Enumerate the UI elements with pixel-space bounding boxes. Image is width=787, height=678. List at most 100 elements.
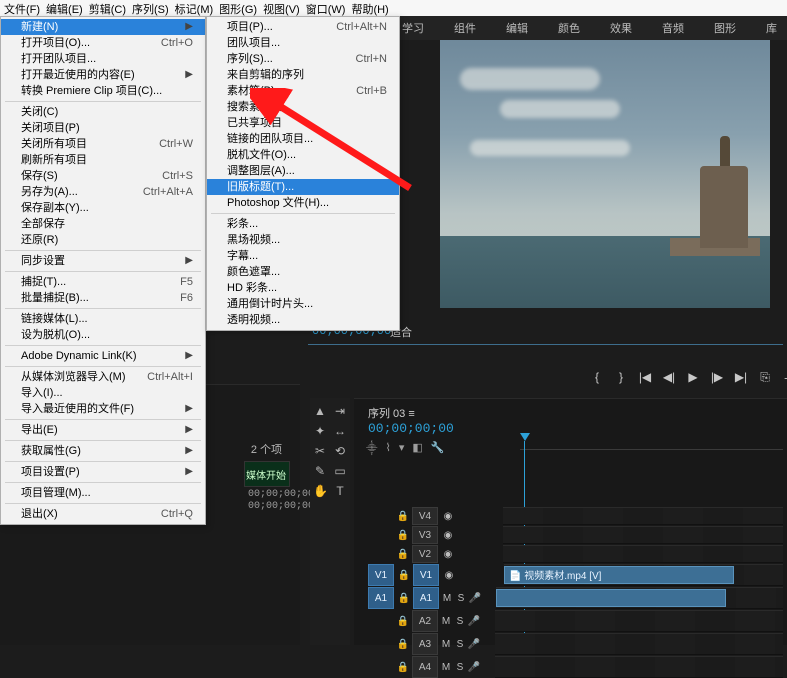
- file-menu-item[interactable]: 项目管理(M)...: [1, 485, 205, 501]
- eye-icon[interactable]: ◉: [440, 564, 458, 586]
- lock-icon[interactable]: 🔒: [394, 633, 412, 655]
- go-end-icon[interactable]: ▶|: [734, 370, 748, 387]
- type-tool-icon[interactable]: T: [333, 484, 347, 498]
- menubar[interactable]: 文件(F) 编辑(E) 剪辑(C) 序列(S) 标记(M) 图形(G) 视图(V…: [0, 0, 787, 16]
- solo-button[interactable]: S: [453, 656, 467, 678]
- solo-button[interactable]: S: [453, 633, 467, 655]
- file-menu-item[interactable]: 打开最近使用的内容(E)▶: [1, 67, 205, 83]
- ws-color[interactable]: 颜色: [558, 20, 580, 36]
- track-lane[interactable]: [496, 587, 783, 609]
- ripple-tool-icon[interactable]: ✦: [313, 424, 327, 438]
- eye-icon[interactable]: ◉: [439, 526, 457, 544]
- menu-file[interactable]: 文件(F): [4, 1, 40, 15]
- file-menu-item[interactable]: 还原(R): [1, 232, 205, 248]
- solo-button[interactable]: S: [454, 587, 468, 609]
- mic-icon[interactable]: 🎤: [467, 610, 481, 632]
- file-menu-item[interactable]: 项目设置(P)▶: [1, 464, 205, 480]
- track-lane[interactable]: [503, 545, 783, 563]
- new-submenu-dropdown[interactable]: 项目(P)...Ctrl+Alt+N团队项目...序列(S)...Ctrl+N来…: [206, 16, 400, 331]
- link-icon[interactable]: ⌇: [385, 441, 390, 456]
- new-menu-item[interactable]: Photoshop 文件(H)...: [207, 195, 399, 211]
- play-icon[interactable]: ▶: [686, 370, 700, 387]
- file-menu-item[interactable]: 保存副本(Y)...: [1, 200, 205, 216]
- mic-icon[interactable]: 🎤: [468, 587, 482, 609]
- new-menu-item[interactable]: 黑场视频...: [207, 232, 399, 248]
- track-lane[interactable]: 📄 视频素材.mp4 [V]: [504, 564, 783, 586]
- menu-help[interactable]: 帮助(H): [351, 1, 388, 15]
- mute-button[interactable]: M: [439, 633, 453, 655]
- file-menu-item[interactable]: 刷新所有项目: [1, 152, 205, 168]
- ws-edit[interactable]: 编辑: [506, 20, 528, 36]
- ws-learn[interactable]: 学习: [402, 20, 424, 36]
- lock-icon[interactable]: 🔒: [395, 587, 413, 609]
- new-menu-item[interactable]: 脱机文件(O)...: [207, 147, 399, 163]
- clip[interactable]: 📄 视频素材.mp4 [V]: [504, 566, 734, 584]
- track-target[interactable]: A1: [413, 587, 439, 609]
- new-menu-item[interactable]: 项目(P)...Ctrl+Alt+N: [207, 19, 399, 35]
- snap-icon[interactable]: ⸎: [366, 441, 377, 456]
- file-menu-item[interactable]: 退出(X)Ctrl+Q: [1, 506, 205, 522]
- file-menu-item[interactable]: 链接媒体(L)...: [1, 311, 205, 327]
- playhead[interactable]: [520, 433, 530, 441]
- new-menu-item[interactable]: 来自剪辑的序列: [207, 67, 399, 83]
- source-patch[interactable]: V1: [368, 564, 394, 586]
- track-target[interactable]: V2: [412, 545, 438, 563]
- menu-window[interactable]: 窗口(W): [306, 1, 346, 15]
- new-menu-item[interactable]: 调整图层(A)...: [207, 163, 399, 179]
- track-target[interactable]: A4: [412, 656, 438, 678]
- mute-button[interactable]: M: [439, 610, 453, 632]
- new-menu-item[interactable]: 团队项目...: [207, 35, 399, 51]
- eye-icon[interactable]: ◉: [439, 507, 457, 525]
- ws-audio[interactable]: 音频: [662, 20, 684, 36]
- ws-graphics[interactable]: 图形: [714, 20, 736, 36]
- track-target[interactable]: V3: [412, 526, 438, 544]
- new-menu-item[interactable]: 通用倒计时片头...: [207, 296, 399, 312]
- ws-effects[interactable]: 效果: [610, 20, 632, 36]
- selection-tool-icon[interactable]: ▲: [313, 404, 327, 418]
- step-back-icon[interactable]: ◀|: [662, 370, 676, 387]
- marker-icon[interactable]: ▾: [399, 441, 405, 456]
- timeline-ruler[interactable]: [520, 435, 783, 455]
- lock-icon[interactable]: 🔒: [394, 545, 412, 563]
- file-menu-item[interactable]: 设为脱机(O)...: [1, 327, 205, 343]
- track-target[interactable]: A3: [412, 633, 438, 655]
- file-menu-item[interactable]: 获取属性(G)▶: [1, 443, 205, 459]
- mark-out-icon[interactable]: }: [614, 370, 628, 387]
- file-menu-item[interactable]: 打开团队项目...: [1, 51, 205, 67]
- file-menu-item[interactable]: 从媒体浏览器导入(M)Ctrl+Alt+I: [1, 369, 205, 385]
- mute-button[interactable]: M: [440, 587, 454, 609]
- ws-library[interactable]: 库: [766, 20, 777, 36]
- new-menu-item[interactable]: 序列(S)...Ctrl+N: [207, 51, 399, 67]
- menu-mark[interactable]: 标记(M): [175, 1, 214, 15]
- menu-graph[interactable]: 图形(G): [219, 1, 257, 15]
- file-menu-item[interactable]: 导入(I)...: [1, 385, 205, 401]
- eye-icon[interactable]: ◉: [439, 545, 457, 563]
- wrench-icon[interactable]: 🔧: [431, 441, 445, 456]
- track-lane[interactable]: [503, 526, 783, 544]
- razor-tool-icon[interactable]: ✂: [313, 444, 327, 458]
- file-menu-item[interactable]: 打开项目(O)...Ctrl+O: [1, 35, 205, 51]
- file-menu-item[interactable]: 保存(S)Ctrl+S: [1, 168, 205, 184]
- menu-view[interactable]: 视图(V): [263, 1, 300, 15]
- file-menu-item[interactable]: 另存为(A)...Ctrl+Alt+A: [1, 184, 205, 200]
- file-menu-item[interactable]: 批量捕捉(B)...F6: [1, 290, 205, 306]
- file-menu-item[interactable]: 全部保存: [1, 216, 205, 232]
- go-start-icon[interactable]: |◀: [638, 370, 652, 387]
- file-menu-item[interactable]: 关闭项目(P): [1, 120, 205, 136]
- settings-icon[interactable]: ◧: [412, 441, 422, 456]
- lock-icon[interactable]: 🔒: [394, 656, 412, 678]
- menu-clip[interactable]: 剪辑(C): [89, 1, 126, 15]
- timeline-timecode[interactable]: 00;00;00;00: [368, 421, 454, 436]
- track-target[interactable]: V4: [412, 507, 438, 525]
- menu-edit[interactable]: 编辑(E): [46, 1, 83, 15]
- step-fwd-icon[interactable]: |▶: [710, 370, 724, 387]
- lock-icon[interactable]: 🔒: [395, 564, 413, 586]
- file-menu-item[interactable]: 关闭所有项目Ctrl+W: [1, 136, 205, 152]
- menu-seq[interactable]: 序列(S): [132, 1, 169, 15]
- timeline-tab[interactable]: 序列 03 ≡: [368, 405, 415, 421]
- new-menu-item[interactable]: 颜色遮罩...: [207, 264, 399, 280]
- track-target[interactable]: A2: [412, 610, 438, 632]
- file-menu-item[interactable]: Adobe Dynamic Link(K)▶: [1, 348, 205, 364]
- file-menu-item[interactable]: 导入最近使用的文件(F)▶: [1, 401, 205, 417]
- program-ruler[interactable]: [308, 340, 783, 350]
